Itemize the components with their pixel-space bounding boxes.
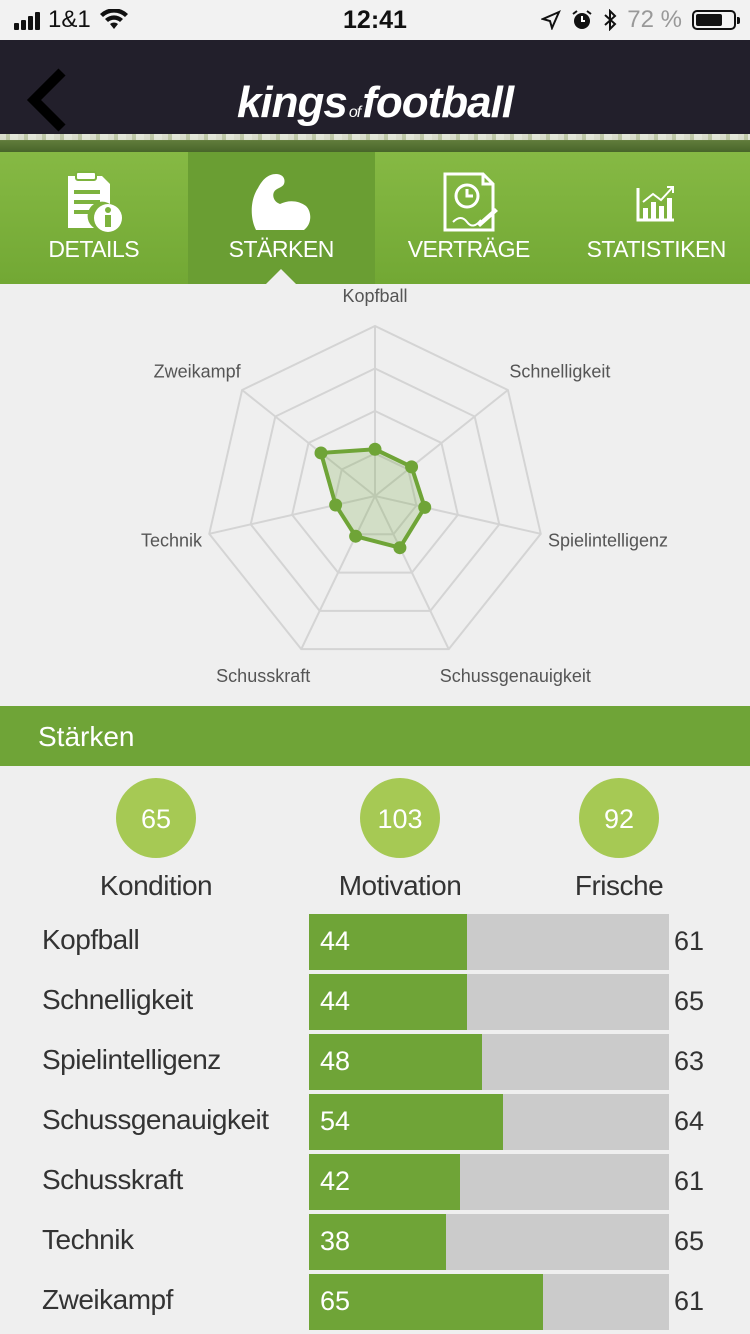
bar-track: 44 — [309, 914, 669, 970]
bar-value: 44 — [320, 986, 351, 1016]
metric-label: Motivation — [338, 870, 462, 901]
bluetooth-icon — [604, 9, 617, 31]
bar-value: 44 — [320, 926, 351, 956]
tab-bar: DETAILS STÄRKEN VERTRÄGE STATISTIKEN — [0, 152, 750, 285]
bar-name: Schnelligkeit — [42, 984, 193, 1015]
bar-track: 42 — [309, 1154, 669, 1210]
bar-chart-icon — [563, 170, 750, 236]
bar-max: 63 — [674, 1046, 705, 1076]
logo-of: of — [348, 104, 361, 121]
tab-vertraege[interactable]: VERTRÄGE — [375, 152, 563, 284]
radar-chart: Kopfball Schnelligkeit Spielintelligenz Sch… — [0, 284, 750, 706]
battery-percent: 72 % — [627, 6, 682, 33]
tab-details-label: DETAILS — [48, 236, 140, 262]
metric-frische: 92 Frische — [519, 778, 719, 902]
bar-max: 65 — [674, 1226, 705, 1256]
alarm-icon — [572, 10, 592, 29]
status-bar: 1&1 12:41 72 % — [0, 0, 750, 40]
bar-name: Spielintelligenz — [42, 1044, 221, 1075]
metric-kondition: 65 Kondition — [56, 778, 256, 902]
bar-row-kopfball: Kopfball 44 61 — [0, 914, 750, 970]
tab-staerken[interactable]: STÄRKEN — [187, 152, 376, 285]
logo-kings: kings — [236, 78, 348, 127]
grass-strip — [0, 134, 750, 152]
tab-statistiken-label: STATISTIKEN — [586, 236, 727, 262]
bar-max: 65 — [674, 986, 705, 1016]
radar-point — [405, 460, 419, 474]
radar-axis-label: Technik — [141, 531, 203, 551]
radar-axis-label: Schusskraft — [216, 666, 310, 686]
bar-value: 48 — [320, 1046, 351, 1076]
app-header: kings offootball — [0, 40, 750, 152]
tab-statistiken[interactable]: STATISTIKEN — [562, 152, 750, 284]
bar-track: 65 — [309, 1274, 669, 1330]
radar-point — [418, 500, 432, 514]
bar-max: 61 — [674, 1286, 705, 1316]
bar-track: 54 — [309, 1094, 669, 1150]
bar-row-zweikampf: Zweikampf 65 61 — [0, 1274, 750, 1330]
bar-row-schnelligkeit: Schnelligkeit 44 65 — [0, 974, 750, 1030]
tab-vertraege-label: VERTRÄGE — [407, 236, 531, 262]
bar-row-spielintelligenz: Spielintelligenz 48 63 — [0, 1034, 750, 1090]
radar-point — [368, 442, 382, 456]
metrics-row: 65 Kondition 103 Motivation 92 Frische — [0, 778, 750, 908]
logo-football: football — [362, 78, 514, 127]
radar-point — [393, 541, 407, 555]
bar-track: 48 — [309, 1034, 669, 1090]
battery-icon — [692, 10, 740, 30]
bar-name: Zweikampf — [42, 1284, 173, 1315]
radar-point — [314, 446, 328, 460]
app-logo: kings offootball — [0, 78, 750, 128]
metric-label: Kondition — [99, 870, 213, 901]
metric-value: 92 — [579, 778, 659, 858]
metric-motivation: 103 Motivation — [300, 778, 500, 902]
bar-name: Kopfball — [42, 924, 140, 955]
battery-fill — [696, 14, 722, 26]
bar-name: Schusskraft — [42, 1164, 183, 1195]
contract-clock-icon — [375, 170, 563, 236]
bar-value: 54 — [320, 1106, 351, 1136]
bar-row-schusskraft: Schusskraft 42 61 — [0, 1154, 750, 1210]
radar-svg: Kopfball Schnelligkeit Spielintelligenz Sch… — [141, 286, 668, 686]
radar-axis-label: Schnelligkeit — [509, 361, 610, 381]
bar-row-technik: Technik 38 65 — [0, 1214, 750, 1270]
metric-value: 65 — [116, 778, 196, 858]
bar-track: 44 — [309, 974, 669, 1030]
document-info-icon — [0, 170, 188, 236]
bar-max: 64 — [674, 1106, 705, 1136]
bar-track: 38 — [309, 1214, 669, 1270]
bar-max: 61 — [674, 1166, 705, 1196]
section-title: Stärken — [0, 706, 750, 766]
bar-value: 65 — [320, 1286, 351, 1316]
radar-point — [349, 529, 363, 543]
bar-row-schussgenauigkeit: Schussgenauigkeit 54 64 — [0, 1094, 750, 1150]
radar-axis-label: Zweikampf — [154, 361, 242, 381]
bar-name: Technik — [42, 1224, 134, 1255]
radar-axis-label: Kopfball — [342, 286, 407, 306]
radar-point — [329, 498, 343, 512]
flexed-arm-icon — [188, 170, 376, 236]
bar-max: 61 — [674, 926, 705, 956]
radar-axis-label: Spielintelligenz — [548, 531, 668, 551]
metric-label: Frische — [574, 870, 664, 901]
bar-value: 38 — [320, 1226, 351, 1256]
location-arrow-icon — [541, 10, 562, 30]
bar-value: 42 — [320, 1166, 351, 1196]
metric-value: 103 — [360, 778, 440, 858]
tab-staerken-label: STÄRKEN — [228, 236, 335, 262]
status-right: 72 % — [541, 6, 740, 34]
tab-details[interactable]: DETAILS — [0, 152, 188, 284]
bar-name: Schussgenauigkeit — [42, 1104, 269, 1135]
radar-axis-label: Schussgenauigkeit — [440, 666, 591, 686]
